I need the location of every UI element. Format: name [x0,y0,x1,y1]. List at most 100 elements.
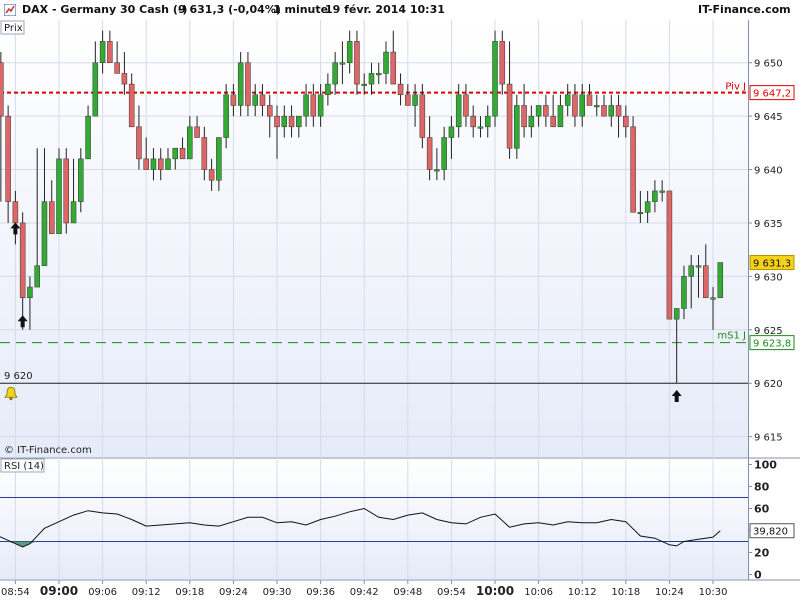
pivot-value-badge-text: 9 647,2 [753,89,791,100]
candle-body [630,126,636,213]
candle[interactable] [63,148,70,234]
candle-body [535,105,542,117]
candle-body [499,41,506,85]
candle-body [710,297,716,300]
candle-body [688,265,694,277]
candle-body [121,73,128,85]
rsi-panel-background [0,459,748,579]
candle-body [564,94,571,106]
candle-body [172,147,179,160]
price-tick-label: 9 630 [754,272,783,283]
instrument-name: DAX - Germany 30 Cash (-) [22,3,188,16]
candle-body [41,201,48,266]
rsi-tick-label: 80 [754,481,770,494]
time-tick-label: 09:18 [175,587,204,598]
candle-body [572,94,578,117]
rsi-tick-label: 100 [754,459,777,472]
price-tick-label: 9 640 [754,166,783,177]
candle-body [317,94,324,117]
candle-body [259,94,266,106]
rsi-panel-label: RSI (14) [0,458,45,473]
candle-body [136,126,142,160]
candle-body [681,276,687,309]
alert-line-label: 9 620 [4,371,33,382]
title-bar: DAX - Germany 30 Cash (-) 9 631,3 (-0,04… [0,0,800,21]
candle-body [608,105,615,117]
candle-body [434,169,440,172]
time-tick-label: 10:12 [568,587,597,598]
candle-body [623,115,629,128]
copyright-text: © IT-Finance.com [4,445,92,456]
price-panel-label-text: Prix [4,23,23,34]
candle-body [303,94,309,117]
candle-body [288,115,295,128]
last-quote: 9 631,3 (-0,04%) [178,3,281,16]
candle-body [441,137,447,170]
candle-body [266,105,273,117]
candle-body [179,147,186,160]
candle-body [70,201,77,224]
candle-body [601,105,607,117]
candle-body [419,94,426,138]
rsi-value-badge-text: 39,820 [753,527,788,538]
rsi-tick-label: 20 [754,547,770,560]
candle-body [637,212,644,215]
chart-area[interactable]: 9 6509 6459 6409 6359 6309 6259 6209 615… [0,20,800,600]
candle-body [615,105,622,117]
price-tick-label: 9 615 [754,433,783,444]
candle-body [252,94,258,106]
candle[interactable] [56,148,62,234]
bell-icon-clapper [9,397,13,401]
chart-datetime: 19 févr. 2014 10:31 [325,3,445,16]
candle[interactable] [717,262,724,299]
candle-body [528,115,535,128]
candle-body [375,73,382,76]
candle-body [666,190,673,320]
candle-body [492,41,498,117]
candle-body [56,158,62,234]
candle-body [550,115,556,128]
candle-body [354,41,360,85]
candle-body [19,222,26,299]
candle-body [274,115,280,128]
candle-body [157,158,164,170]
candle-body [114,62,120,74]
time-tick-label: 10:00 [476,584,514,598]
candle-body [426,137,433,170]
candle-body [346,41,353,63]
time-tick-label: 09:42 [350,587,379,598]
candle-body [339,62,346,65]
candle-body [296,115,302,128]
pivot-line-label: Piv J [725,82,746,93]
candle-body [223,94,229,138]
candle-body [310,94,317,117]
price-tick-label: 9 645 [754,112,783,123]
candle-body [703,265,709,299]
candle-body [521,105,527,128]
candle-body [332,62,338,85]
candle[interactable] [630,116,636,213]
price-tick-label: 9 635 [754,219,783,230]
candle-body [390,51,397,85]
candle[interactable] [492,30,498,127]
candle-body [208,169,215,181]
candle-body [412,94,418,106]
price-panel-label: Prix [0,20,25,35]
candle-body [695,265,702,268]
candle-body [34,265,40,288]
candle[interactable] [666,190,673,320]
price-tick-label: 9 650 [754,59,783,70]
rsi-tick-label: 0 [754,569,762,582]
candle-body [405,94,411,106]
time-tick-label: 10:30 [699,587,728,598]
candle-body [579,94,585,117]
candle-body [470,115,476,128]
candle-body [187,126,193,160]
candle-body [455,94,462,128]
time-tick-label: 10:18 [611,587,640,598]
time-tick-label: 09:24 [219,587,248,598]
candle-body [397,83,404,96]
candle-body [659,190,665,193]
support-line-label: mS1 J [717,331,746,342]
price-panel-background [0,20,748,457]
